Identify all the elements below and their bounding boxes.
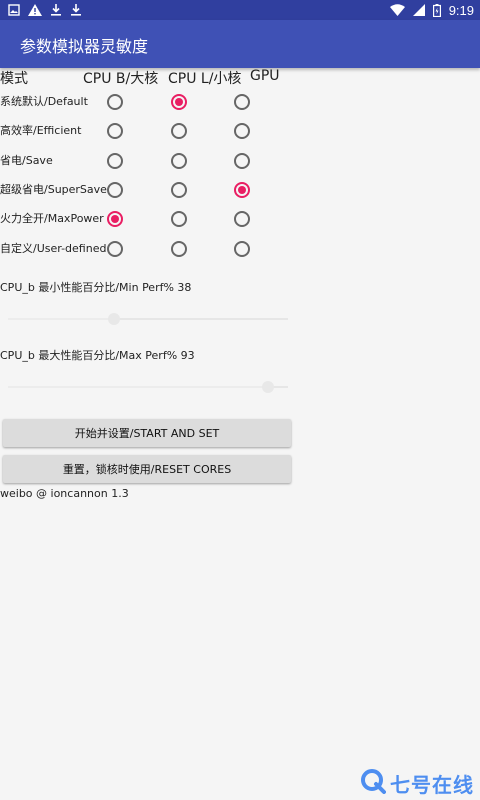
header-mode: 模式: [0, 71, 28, 87]
download-icon: [50, 4, 62, 16]
min-perf-slider-thumb[interactable]: [108, 313, 120, 325]
warning-icon: [28, 4, 42, 16]
radio-cpu-b-row-4[interactable]: [107, 182, 123, 198]
max-perf-slider-fill: [8, 386, 268, 388]
row-label: 省电/Save: [0, 154, 53, 167]
radio-cpu-b-row-1[interactable]: [107, 94, 123, 110]
row-label: 火力全开/MaxPower: [0, 212, 104, 225]
min-perf-slider-fill: [8, 318, 114, 320]
battery-icon: [432, 3, 441, 17]
radio-cpu-l-row-2[interactable]: [171, 123, 187, 139]
row-label: 高效率/Efficient: [0, 124, 82, 137]
row-label: 自定义/User-defined: [0, 242, 107, 255]
radio-cpu-b-row-2[interactable]: [107, 123, 123, 139]
page-title: 参数模拟器灵敏度: [20, 37, 149, 56]
reset-cores-button[interactable]: 重置，锁核时使用/RESET CORES: [3, 455, 291, 483]
radio-gpu-row-3[interactable]: [234, 153, 250, 169]
clock: 9:19: [448, 2, 474, 18]
radio-cpu-l-row-3[interactable]: [171, 153, 187, 169]
radio-cpu-l-row-4[interactable]: [171, 182, 187, 198]
watermark-text: 七号在线: [390, 772, 474, 797]
radio-cpu-b-row-3[interactable]: [107, 153, 123, 169]
status-bar: 9:19: [0, 0, 480, 20]
max-perf-slider[interactable]: [8, 381, 288, 393]
row-label: 超级省电/SuperSave: [0, 183, 107, 196]
radio-gpu-row-6[interactable]: [234, 241, 250, 257]
watermark-logo-icon: [360, 768, 386, 798]
watermark: 七号在线: [360, 768, 474, 798]
radio-cpu-l-row-1[interactable]: [171, 94, 187, 110]
radio-gpu-row-5[interactable]: [234, 211, 250, 227]
max-perf-label: CPU_b 最大性能百分比/Max Perf% 93: [0, 349, 195, 362]
radio-cpu-l-row-6[interactable]: [171, 241, 187, 257]
min-perf-slider[interactable]: [8, 313, 288, 325]
header-cpu-l: CPU L/小核: [168, 71, 242, 87]
max-perf-slider-thumb[interactable]: [262, 381, 274, 393]
header-cpu-b: CPU B/大核: [83, 71, 159, 87]
wifi-icon: [389, 4, 405, 16]
radio-cpu-b-row-5[interactable]: [107, 211, 123, 227]
radio-gpu-row-1[interactable]: [234, 94, 250, 110]
radio-gpu-row-4[interactable]: [234, 182, 250, 198]
download-icon: [70, 4, 82, 16]
app-bar: 参数模拟器灵敏度: [0, 20, 480, 68]
radio-gpu-row-2[interactable]: [234, 123, 250, 139]
radio-cpu-b-row-6[interactable]: [107, 241, 123, 257]
row-label: 系统默认/Default: [0, 95, 88, 108]
header-gpu: GPU: [250, 68, 280, 84]
min-perf-label: CPU_b 最小性能百分比/Min Perf% 38: [0, 281, 192, 294]
signal-icon: [412, 4, 425, 16]
start-and-set-button[interactable]: 开始并设置/START AND SET: [3, 419, 291, 447]
radio-cpu-l-row-5[interactable]: [171, 211, 187, 227]
image-icon: [8, 4, 20, 16]
footer-text: weibo @ ioncannon 1.3: [0, 487, 129, 500]
